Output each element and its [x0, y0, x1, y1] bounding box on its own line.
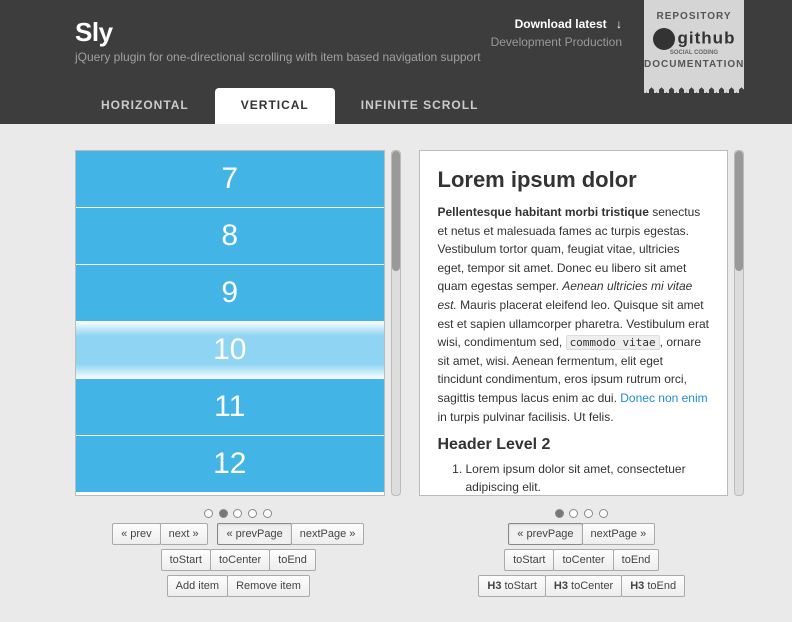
page-dot[interactable]	[263, 509, 272, 518]
right-scrollbar[interactable]	[734, 150, 744, 496]
nav-tabs: HORIZONTAL VERTICAL INFINITE SCROLL	[75, 88, 504, 124]
content-ol: Lorem ipsum dolor sit amet, consectetuer…	[438, 460, 710, 496]
left-scrollbar[interactable]	[391, 150, 401, 496]
prev-button[interactable]: « prev	[112, 523, 161, 545]
ribbon-docs-link[interactable]: DOCUMENTATION	[644, 56, 744, 73]
nextpage-button[interactable]: nextPage »	[291, 523, 365, 545]
left-scroll-handle[interactable]	[392, 151, 400, 271]
github-label: github	[678, 28, 736, 47]
additem-button[interactable]: Add item	[167, 575, 228, 597]
ribbon-github-link[interactable]: github SOCIAL CODING	[644, 25, 744, 56]
side-ribbon: REPOSITORY github SOCIAL CODING DOCUMENT…	[644, 0, 744, 85]
toend-button[interactable]: toEnd	[269, 549, 316, 571]
list-item[interactable]: 8	[76, 208, 384, 265]
p-text: in turpis pulvinar facilisis. Ut felis.	[438, 410, 614, 424]
h3-label: H3	[630, 580, 644, 592]
list-item-active[interactable]: 10	[76, 322, 384, 379]
content-paragraph: Pellentesque habitant morbi tristique se…	[438, 203, 710, 426]
tab-vertical[interactable]: VERTICAL	[215, 88, 335, 124]
header-right: Download latest ↓ Development Production	[491, 17, 622, 49]
github-icon	[653, 28, 675, 50]
removeitem-button[interactable]: Remove item	[227, 575, 310, 597]
left-pages	[75, 496, 401, 523]
right-controls: « prevPagenextPage » toStarttoCentertoEn…	[419, 523, 745, 605]
h3-tostart-button[interactable]: H3 toStart	[478, 575, 546, 597]
tostart-button[interactable]: toStart	[504, 549, 554, 571]
btn-label: toEnd	[647, 580, 676, 592]
plugin-subtitle: jQuery plugin for one-directional scroll…	[75, 50, 717, 64]
p-link[interactable]: Donec non enim	[620, 391, 707, 405]
list-item[interactable]: 11	[76, 379, 384, 436]
page-dot[interactable]	[233, 509, 242, 518]
item-scroll-frame[interactable]: 7 8 9 10 11 12	[75, 150, 385, 496]
right-scroll-handle[interactable]	[735, 151, 743, 271]
btn-label: toStart	[505, 580, 537, 592]
download-label: Download latest	[515, 17, 607, 31]
left-frame-wrap: 7 8 9 10 11 12	[75, 150, 401, 496]
page-dot[interactable]	[204, 509, 213, 518]
h3-label: H3	[487, 580, 501, 592]
content-scroll-frame[interactable]: Lorem ipsum dolor Pellentesque habitant …	[419, 150, 729, 496]
page-dot[interactable]	[569, 509, 578, 518]
next-button[interactable]: next »	[160, 523, 208, 545]
tostart-button[interactable]: toStart	[161, 549, 211, 571]
h3-label: H3	[554, 580, 568, 592]
list-item[interactable]: 9	[76, 265, 384, 322]
content-h2: Header Level 2	[438, 436, 710, 454]
page-dot[interactable]	[599, 509, 608, 518]
toend-button[interactable]: toEnd	[613, 549, 660, 571]
tocenter-button[interactable]: toCenter	[210, 549, 270, 571]
left-column: 7 8 9 10 11 12 « prevnext »	[75, 150, 401, 605]
tab-infinite[interactable]: INFINITE SCROLL	[335, 88, 505, 124]
content-h1: Lorem ipsum dolor	[438, 167, 710, 193]
page-dot[interactable]	[248, 509, 257, 518]
page-dot[interactable]	[584, 509, 593, 518]
prevpage-button[interactable]: « prevPage	[508, 523, 582, 545]
nextpage-button[interactable]: nextPage »	[582, 523, 656, 545]
download-link[interactable]: Download latest ↓	[491, 17, 622, 31]
tab-horizontal[interactable]: HORIZONTAL	[75, 88, 215, 124]
prevpage-button[interactable]: « prevPage	[217, 523, 291, 545]
content-body: Lorem ipsum dolor Pellentesque habitant …	[420, 151, 728, 496]
right-pages	[419, 496, 745, 523]
p-code: commodo vitae	[566, 335, 660, 350]
page-dot-active[interactable]	[219, 509, 228, 518]
right-frame-wrap: Lorem ipsum dolor Pellentesque habitant …	[419, 150, 745, 496]
btn-label: toCenter	[571, 580, 613, 592]
item-list: 7 8 9 10 11 12	[76, 151, 384, 493]
ribbon-repository-link[interactable]: REPOSITORY	[644, 8, 744, 25]
page-dot-active[interactable]	[555, 509, 564, 518]
h3-tocenter-button[interactable]: H3 toCenter	[545, 575, 622, 597]
tocenter-button[interactable]: toCenter	[553, 549, 613, 571]
main-area: 7 8 9 10 11 12 « prevnext »	[0, 124, 792, 605]
page-header: Sly jQuery plugin for one-directional sc…	[0, 0, 792, 124]
p-strong: Pellentesque habitant morbi tristique	[438, 205, 649, 219]
left-controls: « prevnext » « prevPagenextPage » toStar…	[75, 523, 401, 605]
content-li: Lorem ipsum dolor sit amet, consectetuer…	[466, 460, 710, 496]
list-item[interactable]: 7	[76, 151, 384, 208]
dev-prod-links[interactable]: Development Production	[491, 35, 622, 49]
list-item[interactable]: 12	[76, 436, 384, 493]
h3-toend-button[interactable]: H3 toEnd	[621, 575, 685, 597]
download-arrow-icon: ↓	[616, 17, 622, 31]
right-column: Lorem ipsum dolor Pellentesque habitant …	[419, 150, 745, 605]
